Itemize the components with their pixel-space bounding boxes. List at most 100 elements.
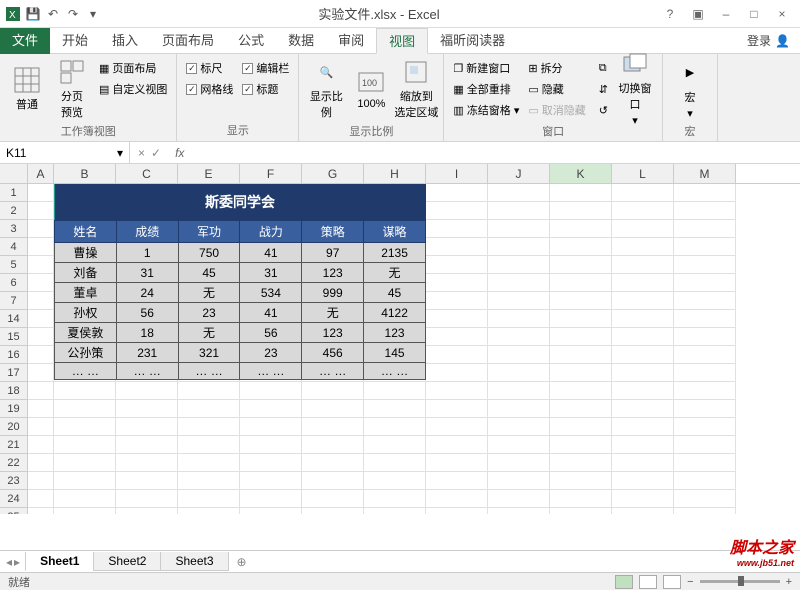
cell[interactable] <box>28 274 54 292</box>
cell[interactable] <box>550 328 612 346</box>
cell[interactable] <box>612 310 674 328</box>
cell[interactable] <box>426 184 488 202</box>
cell[interactable] <box>674 328 736 346</box>
normal-view-icon[interactable] <box>615 575 633 589</box>
worksheet-grid[interactable]: ABCEFGHIJKLM 123456714151617181920212223… <box>0 164 800 514</box>
table-cell[interactable]: 321 <box>178 343 240 363</box>
pagelayout-button[interactable]: ▦页面布局 <box>96 58 170 78</box>
view-side-button[interactable]: ⧉ <box>596 58 611 78</box>
cell[interactable] <box>302 400 364 418</box>
zoom-selection-button[interactable]: 缩放到 选定区域 <box>395 58 437 120</box>
cell[interactable] <box>426 382 488 400</box>
cell[interactable] <box>302 472 364 490</box>
cell[interactable] <box>240 454 302 472</box>
table-cell[interactable]: 45 <box>364 283 426 303</box>
row-header[interactable]: 23 <box>0 472 28 490</box>
cell[interactable] <box>612 274 674 292</box>
cell[interactable] <box>612 400 674 418</box>
chevron-down-icon[interactable]: ▾ <box>117 146 123 160</box>
cell[interactable] <box>28 490 54 508</box>
column-header[interactable]: A <box>28 164 54 183</box>
cell[interactable] <box>116 454 178 472</box>
cell[interactable] <box>612 382 674 400</box>
cell[interactable] <box>488 274 550 292</box>
cell[interactable] <box>178 508 240 514</box>
cell[interactable] <box>116 508 178 514</box>
table-cell[interactable]: 2135 <box>364 243 426 263</box>
cell[interactable] <box>302 418 364 436</box>
column-header[interactable]: C <box>116 164 178 183</box>
cell[interactable] <box>674 418 736 436</box>
cell[interactable] <box>674 238 736 256</box>
cell[interactable] <box>178 454 240 472</box>
cell[interactable] <box>488 292 550 310</box>
table-cell[interactable]: 97 <box>302 243 364 263</box>
cell[interactable] <box>116 472 178 490</box>
table-cell[interactable]: 31 <box>240 263 302 283</box>
cell[interactable] <box>426 472 488 490</box>
column-header[interactable]: B <box>54 164 116 183</box>
cancel-formula-icon[interactable]: × <box>138 146 145 160</box>
redo-icon[interactable]: ↷ <box>64 5 82 23</box>
row-header[interactable]: 7 <box>0 292 28 310</box>
cell[interactable] <box>612 436 674 454</box>
tab-home[interactable]: 开始 <box>50 28 100 54</box>
table-cell[interactable]: 145 <box>364 343 426 363</box>
row-header[interactable]: 14 <box>0 310 28 328</box>
cell[interactable] <box>302 436 364 454</box>
cell[interactable] <box>488 256 550 274</box>
cell[interactable] <box>178 472 240 490</box>
cell[interactable] <box>550 256 612 274</box>
table-cell[interactable]: 4122 <box>364 303 426 323</box>
cell[interactable] <box>674 472 736 490</box>
cell[interactable] <box>674 364 736 382</box>
pagebreak-view-button[interactable]: 分页 预览 <box>51 58 93 120</box>
cell[interactable] <box>488 220 550 238</box>
table-cell[interactable]: 无 <box>178 283 240 303</box>
cell[interactable] <box>488 184 550 202</box>
table-cell[interactable]: 孙权 <box>55 303 117 323</box>
cell[interactable] <box>426 202 488 220</box>
cell[interactable] <box>116 418 178 436</box>
cell[interactable] <box>178 400 240 418</box>
table-cell[interactable]: 999 <box>302 283 364 303</box>
cell[interactable] <box>302 454 364 472</box>
cell[interactable] <box>674 184 736 202</box>
row-header[interactable]: 19 <box>0 400 28 418</box>
cell[interactable] <box>488 490 550 508</box>
pagelayout-view-icon[interactable] <box>639 575 657 589</box>
row-header[interactable]: 20 <box>0 418 28 436</box>
cell[interactable] <box>550 220 612 238</box>
cell[interactable] <box>674 346 736 364</box>
cell[interactable] <box>674 454 736 472</box>
table-cell[interactable]: 23 <box>178 303 240 323</box>
cell[interactable] <box>550 436 612 454</box>
column-header[interactable]: J <box>488 164 550 183</box>
cell[interactable] <box>178 382 240 400</box>
column-header[interactable]: G <box>302 164 364 183</box>
cell[interactable] <box>674 382 736 400</box>
cell[interactable] <box>28 202 54 220</box>
cell[interactable] <box>550 490 612 508</box>
zoom-in-button[interactable]: + <box>786 576 792 588</box>
cell[interactable] <box>550 418 612 436</box>
cell[interactable] <box>28 310 54 328</box>
cell[interactable] <box>488 508 550 514</box>
table-cell[interactable]: … … <box>178 363 240 380</box>
cell[interactable] <box>426 436 488 454</box>
zoom-slider[interactable] <box>700 580 780 583</box>
cell[interactable] <box>54 508 116 514</box>
row-header[interactable]: 18 <box>0 382 28 400</box>
cell[interactable] <box>612 292 674 310</box>
row-header[interactable]: 16 <box>0 346 28 364</box>
cell[interactable] <box>28 382 54 400</box>
cell[interactable] <box>488 382 550 400</box>
cell[interactable] <box>674 220 736 238</box>
cell[interactable] <box>550 202 612 220</box>
cell[interactable] <box>612 238 674 256</box>
cell[interactable] <box>364 418 426 436</box>
row-header[interactable]: 3 <box>0 220 28 238</box>
cell[interactable] <box>550 400 612 418</box>
cell[interactable] <box>550 238 612 256</box>
unhide-button[interactable]: ▭取消隐藏 <box>525 100 588 120</box>
